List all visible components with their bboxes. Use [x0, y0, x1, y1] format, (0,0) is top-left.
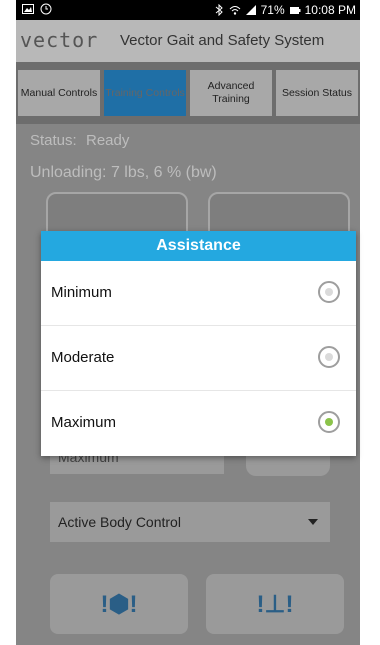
stop-icon: !⬢!: [100, 590, 138, 618]
status-value: Ready: [86, 132, 130, 149]
battery-percent: 71%: [260, 3, 285, 17]
active-body-control-dropdown[interactable]: Active Body Control: [50, 502, 330, 542]
bluetooth-icon: [213, 3, 225, 17]
clock-notification-icon: [40, 3, 52, 15]
option-label: Moderate: [51, 349, 115, 366]
option-moderate[interactable]: Moderate: [41, 326, 356, 391]
radio-button[interactable]: [318, 281, 340, 303]
option-label: Minimum: [51, 284, 112, 301]
active-body-control-label: Active Body Control: [58, 514, 181, 530]
option-maximum[interactable]: Maximum: [41, 391, 356, 456]
battery-icon: [289, 4, 301, 16]
option-label: Maximum: [51, 414, 117, 431]
option-minimum[interactable]: Minimum: [41, 261, 356, 326]
lower-icon: !⊥!: [256, 590, 294, 618]
radio-button[interactable]: [318, 346, 340, 368]
status-label: Status:: [30, 132, 77, 149]
tab-session-status[interactable]: Session Status: [276, 70, 358, 116]
clock-time: 10:08 PM: [304, 3, 356, 17]
wifi-icon: [229, 4, 241, 16]
signal-icon: [245, 4, 257, 16]
image-notification-icon: [22, 3, 34, 15]
radio-button-selected[interactable]: [318, 411, 340, 433]
tab-training-controls[interactable]: Training Controls: [104, 70, 186, 116]
tab-bar: Manual Controls Training Controls Advanc…: [16, 62, 360, 124]
tab-manual-controls[interactable]: Manual Controls: [18, 70, 100, 116]
assistance-dialog: Assistance Minimum Moderate Maximum: [41, 231, 356, 456]
lower-button[interactable]: !⊥!: [206, 574, 344, 634]
app-title: Vector Gait and Safety System: [120, 32, 325, 49]
tab-advanced-training[interactable]: Advanced Training: [190, 70, 272, 116]
status-bar: 71% 10:08 PM: [16, 0, 360, 20]
unloading-readout: Unloading: 7 lbs, 6 % (bw): [30, 164, 217, 181]
chevron-down-icon: [308, 519, 318, 525]
emergency-stop-button[interactable]: !⬢!: [50, 574, 188, 634]
app-header: vector Vector Gait and Safety System: [16, 20, 360, 62]
dialog-title: Assistance: [41, 231, 356, 261]
app-logo: vector: [20, 28, 99, 52]
